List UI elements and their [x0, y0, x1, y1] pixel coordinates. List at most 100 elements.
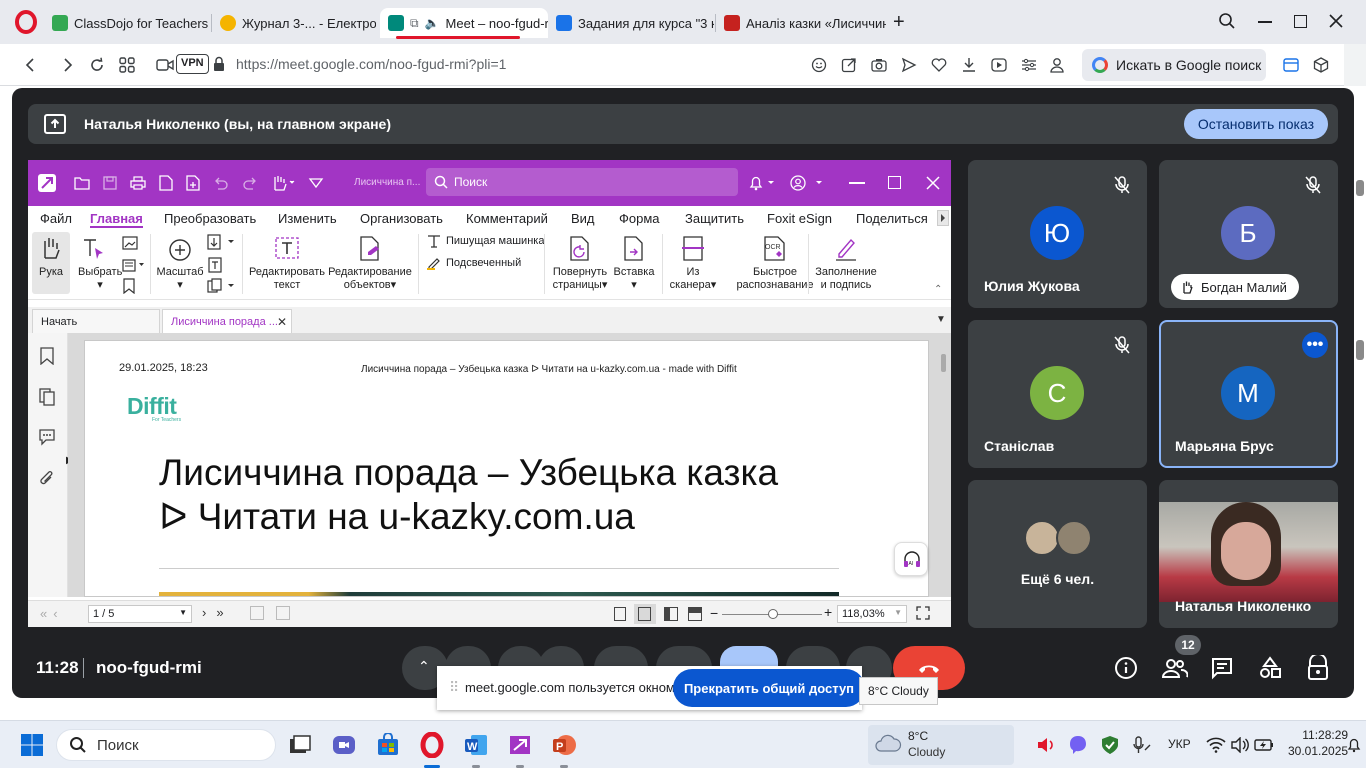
stop-presenting-button[interactable]: Остановить показ	[1183, 109, 1328, 139]
tab-start[interactable]: Начать	[32, 309, 160, 333]
back-icon[interactable]	[20, 54, 42, 76]
store-icon[interactable]	[372, 729, 404, 761]
vpn-badge[interactable]: VPN	[176, 54, 209, 74]
document-scrollbar-thumb[interactable]	[941, 354, 946, 372]
print-icon[interactable]	[130, 176, 146, 190]
bookmark-panel-icon[interactable]	[39, 347, 55, 365]
foxit-search-box[interactable]: Поиск	[426, 168, 738, 196]
microphone-tray-icon[interactable]	[1126, 729, 1158, 761]
customize-dropdown-icon[interactable]	[308, 176, 324, 190]
edit-objects-button[interactable]: Редактирование объектов▾	[328, 232, 412, 294]
search-tabs-icon[interactable]	[1218, 12, 1236, 30]
security-shield-icon[interactable]	[1094, 729, 1126, 761]
meeting-info-icon[interactable]	[1114, 656, 1138, 680]
close-window-icon[interactable]	[1327, 12, 1345, 30]
page-dropdown-icon[interactable]: ▼	[179, 608, 187, 617]
continuous-facing-icon[interactable]	[688, 607, 702, 621]
from-scanner-button[interactable]: Из сканера▾	[666, 232, 720, 294]
send-icon[interactable]	[898, 54, 920, 76]
opera-taskbar-icon[interactable]	[416, 729, 448, 761]
hand-tool-icon[interactable]	[271, 175, 295, 191]
rotate-pages-button[interactable]: Повернуть страницы▾	[548, 232, 612, 294]
menu-organize[interactable]: Организовать	[360, 211, 443, 226]
zoom-button[interactable]: Масштаб ▾	[156, 232, 204, 294]
heart-icon[interactable]	[928, 54, 950, 76]
profile-icon[interactable]	[1046, 54, 1068, 76]
open-folder-icon[interactable]	[74, 176, 90, 190]
quick-ocr-button[interactable]: OCR Быстрое распознавание	[732, 232, 818, 294]
new-page-icon[interactable]	[186, 175, 200, 191]
tab-document[interactable]: Лисиччина порада ... ✕	[162, 309, 292, 333]
opera-logo-icon[interactable]	[14, 10, 38, 34]
pages-panel-icon[interactable]	[39, 388, 55, 406]
notification-bell-icon[interactable]	[748, 175, 776, 191]
select-button[interactable]: Выбрать ▾	[78, 232, 122, 294]
insert-dropdown-icon[interactable]: ▾	[612, 279, 656, 292]
redo-icon[interactable]	[242, 176, 258, 190]
snapshot-icon[interactable]	[868, 54, 890, 76]
menu-protect[interactable]: Защитить	[685, 211, 744, 226]
first-prev-page-icon[interactable]: «‹	[40, 606, 64, 621]
maximize-icon[interactable]	[1294, 15, 1307, 28]
ai-assistant-button[interactable]: AI	[894, 542, 928, 576]
menu-edit[interactable]: Изменить	[278, 211, 337, 226]
continuous-page-button[interactable]	[634, 604, 656, 624]
scanner-dropdown-icon[interactable]: ▾	[711, 279, 717, 291]
battery-icon[interactable]	[1248, 729, 1280, 761]
drag-handle-icon[interactable]: ⠿	[449, 679, 459, 696]
collapse-ribbon-icon[interactable]: ⌃	[934, 284, 942, 295]
zoom-dropdown-icon[interactable]: ▾	[156, 279, 204, 292]
bookmark-tool-icon[interactable]	[122, 278, 136, 294]
sidebar-toggle-icon[interactable]	[1280, 54, 1302, 76]
undo-icon[interactable]	[213, 176, 229, 190]
people-icon[interactable]	[1162, 657, 1188, 679]
more-options-icon[interactable]: •••	[1302, 332, 1328, 358]
menu-home[interactable]: Главная	[90, 211, 143, 228]
new-tab-icon[interactable]: +	[893, 11, 905, 34]
page-number-field[interactable]: 1 / 5 ▼	[88, 605, 192, 623]
reflow-icon[interactable]	[208, 257, 222, 273]
tab-meet[interactable]: ⧉ 🔈 Meet – noo-fgud-r	[380, 8, 548, 38]
tab-assignments[interactable]: Задания для курса "3 кла	[548, 8, 714, 38]
attachment-panel-icon[interactable]	[39, 469, 55, 489]
extensions-cube-icon[interactable]	[1310, 54, 1332, 76]
typewriter-button[interactable]: Пишущая машинка	[426, 234, 544, 248]
self-video-tile[interactable]: Наталья Николенко	[1159, 480, 1338, 628]
facing-page-icon[interactable]	[664, 607, 678, 621]
participant-tile[interactable]: С Станіслав	[968, 320, 1147, 468]
google-search-button[interactable]: Искать в Google поиск	[1082, 49, 1266, 81]
fullscreen-icon[interactable]	[916, 606, 930, 620]
select-dropdown-icon[interactable]: ▾	[78, 279, 122, 292]
tabs-dropdown-icon[interactable]: ▼	[936, 314, 946, 325]
menu-scroll-right-icon[interactable]	[937, 210, 949, 226]
scrollbar-thumb[interactable]	[1356, 180, 1364, 196]
foxit-maximize-icon[interactable]	[888, 176, 901, 189]
edit-text-button[interactable]: Редактировать текст	[248, 232, 326, 294]
host-controls-icon[interactable]	[1306, 655, 1330, 681]
zoom-level-field[interactable]: 118,03% ▼	[837, 605, 907, 623]
menu-file[interactable]: Файл	[40, 211, 72, 226]
volume-icon[interactable]	[1030, 729, 1062, 761]
weather-widget[interactable]: 8°C Cloudy	[868, 725, 1014, 765]
menu-convert[interactable]: Преобразовать	[164, 211, 256, 226]
windows-start-icon[interactable]	[16, 729, 48, 761]
zoom-level-dropdown-icon[interactable]: ▼	[894, 608, 902, 617]
minimize-icon[interactable]	[1258, 21, 1272, 23]
powerpoint-icon[interactable]: P	[548, 729, 580, 761]
menu-form[interactable]: Форма	[619, 211, 660, 226]
zoom-in-icon[interactable]: +	[824, 604, 832, 620]
url-field[interactable]: https://meet.google.com/noo-fgud-rmi?pli…	[236, 56, 506, 72]
snapshot-tool-icon[interactable]	[122, 236, 138, 250]
taskbar-clock[interactable]: 11:28:29 30.01.2025	[1288, 727, 1348, 759]
menu-esign[interactable]: Foxit eSign	[767, 211, 832, 226]
rotate-view-icon[interactable]	[206, 278, 236, 294]
account-icon[interactable]	[790, 175, 824, 191]
download-icon[interactable]	[958, 54, 980, 76]
export-pdf-icon[interactable]	[159, 175, 173, 191]
fill-sign-button[interactable]: Заполнение и подпись	[812, 232, 880, 294]
taskbar-search[interactable]: Поиск	[56, 729, 276, 761]
word-icon[interactable]: W	[460, 729, 492, 761]
zoom-out-icon[interactable]: −	[710, 605, 718, 621]
task-view-icon[interactable]	[284, 729, 316, 761]
activities-icon[interactable]	[1258, 656, 1282, 680]
